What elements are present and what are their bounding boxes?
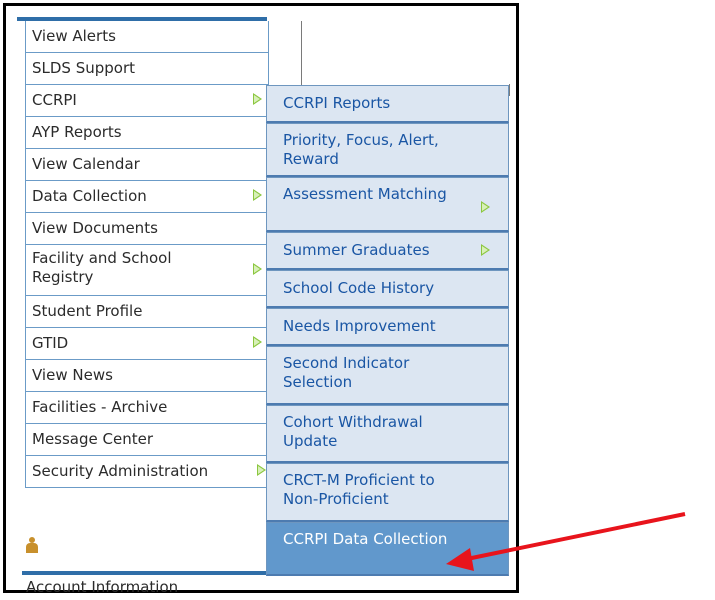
- submenu-item-summer-graduates[interactable]: Summer Graduates: [266, 232, 509, 270]
- submenu-item-label: Cohort Withdrawal Update: [283, 413, 423, 450]
- submenu-item-needs-improvement[interactable]: Needs Improvement: [266, 308, 509, 346]
- submenu-item-ccrpi-data-collection[interactable]: CCRPI Data Collection: [266, 522, 509, 576]
- submenu-arrow-icon: [481, 201, 490, 213]
- submenu-item-label: CRCT-M Proficient to Non-Proficient: [283, 471, 435, 508]
- submenu-item-priority-focus-alert-reward[interactable]: Priority, Focus, Alert, Reward: [266, 123, 509, 177]
- submenu-item-label: School Code History: [283, 279, 435, 297]
- submenu-item-cohort-withdrawal-update[interactable]: Cohort Withdrawal Update: [266, 405, 509, 463]
- menu-item-label: Data Collection: [32, 187, 147, 205]
- menu-item-view-calendar[interactable]: View Calendar: [26, 149, 268, 181]
- menu-item-message-center[interactable]: Message Center: [26, 424, 268, 456]
- menu-item-label: SLDS Support: [32, 59, 136, 77]
- submenu-item-crct-m-proficient[interactable]: CRCT-M Proficient to Non-Proficient: [266, 463, 509, 522]
- menu-item-facilities-archive[interactable]: Facilities - Archive: [26, 392, 268, 424]
- menu-item-security-administration[interactable]: Security Administration: [26, 456, 268, 488]
- menu-item-label: View Calendar: [32, 155, 140, 173]
- menu-item-label: Student Profile: [32, 302, 143, 320]
- menu-item-label: Security Administration: [32, 462, 209, 480]
- menu-item-facility-school-registry[interactable]: Facility and School Registry: [26, 245, 268, 296]
- menu-item-label: CCRPI: [32, 91, 77, 109]
- background-divider: [509, 84, 510, 96]
- submenu-item-school-code-history[interactable]: School Code History: [266, 270, 509, 308]
- submenu-item-label: Second Indicator Selection: [283, 354, 410, 391]
- submenu-item-label: Needs Improvement: [283, 317, 436, 335]
- submenu-arrow-icon: [257, 464, 266, 476]
- submenu-item-label: CCRPI Data Collection: [283, 530, 448, 548]
- submenu-arrow-icon: [253, 336, 262, 348]
- menu-item-student-profile[interactable]: Student Profile: [26, 296, 268, 328]
- menu-item-label: Facility and School Registry: [32, 249, 172, 286]
- menu-item-label: Facilities - Archive: [32, 398, 168, 416]
- user-icon-body: [26, 543, 38, 553]
- submenu-item-label: Priority, Focus, Alert, Reward: [283, 131, 439, 168]
- menu-item-ccrpi[interactable]: CCRPI: [26, 85, 268, 117]
- submenu-arrow-icon: [481, 244, 490, 256]
- left-nav-menu: View Alerts SLDS Support CCRPI AYP Repor…: [25, 21, 269, 488]
- menu-item-view-documents[interactable]: View Documents: [26, 213, 268, 245]
- background-divider: [301, 21, 302, 91]
- submenu-item-assessment-matching[interactable]: Assessment Matching: [266, 177, 509, 232]
- menu-item-data-collection[interactable]: Data Collection: [26, 181, 268, 213]
- menu-item-view-news[interactable]: View News: [26, 360, 268, 392]
- user-icon[interactable]: [26, 537, 38, 553]
- menu-item-gtid[interactable]: GTID: [26, 328, 268, 360]
- ccrpi-submenu: CCRPI Reports Priority, Focus, Alert, Re…: [266, 85, 509, 576]
- submenu-item-ccrpi-reports[interactable]: CCRPI Reports: [266, 85, 509, 123]
- submenu-item-label: CCRPI Reports: [283, 94, 391, 112]
- menu-item-label: View News: [32, 366, 113, 384]
- menu-item-label: View Alerts: [32, 27, 116, 45]
- submenu-item-second-indicator-selection[interactable]: Second Indicator Selection: [266, 346, 509, 405]
- menu-item-label: AYP Reports: [32, 123, 122, 141]
- menu-item-view-alerts[interactable]: View Alerts: [26, 21, 268, 53]
- menu-item-slds-support[interactable]: SLDS Support: [26, 53, 268, 85]
- submenu-item-label: Assessment Matching: [283, 185, 447, 203]
- menu-item-ayp-reports[interactable]: AYP Reports: [26, 117, 268, 149]
- menu-item-label: GTID: [32, 334, 69, 352]
- submenu-arrow-icon: [253, 189, 262, 201]
- menu-item-label: View Documents: [32, 219, 158, 237]
- account-section-bar: [22, 571, 273, 575]
- account-information-link[interactable]: Account Information: [26, 578, 178, 596]
- submenu-item-label: Summer Graduates: [283, 241, 430, 259]
- submenu-arrow-icon: [253, 93, 262, 105]
- submenu-arrow-icon: [253, 263, 262, 275]
- menu-item-label: Message Center: [32, 430, 153, 448]
